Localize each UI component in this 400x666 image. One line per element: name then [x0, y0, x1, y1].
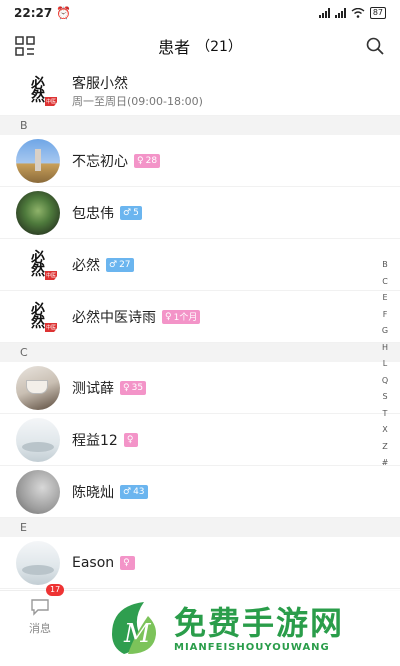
avatar — [16, 417, 60, 462]
grid-menu-icon[interactable] — [14, 35, 36, 57]
index-letter[interactable]: # — [382, 455, 389, 472]
tab-messages[interactable]: 消息 17 — [0, 584, 80, 636]
patient-count: （21） — [196, 39, 242, 55]
watermark-overlay: M 免费手游网 MIANFEISHOUYOUWANG — [100, 590, 400, 666]
patient-row[interactable]: 测试薛 ♀ 35 — [0, 362, 400, 414]
battery-indicator: 87 — [369, 7, 386, 19]
alphabet-index[interactable]: B C E F G H L Q S T X Z # — [378, 257, 392, 472]
avatar — [16, 469, 60, 514]
index-letter[interactable]: G — [382, 323, 388, 340]
section-header-e: E — [0, 518, 400, 537]
male-icon: ♂ — [123, 486, 132, 497]
patient-name: 包忠伟 — [72, 205, 114, 222]
index-letter[interactable]: B — [382, 257, 388, 274]
index-letter[interactable]: T — [383, 406, 388, 423]
gender-age-badge: ♀ — [123, 432, 139, 447]
female-icon: ♀ — [123, 382, 130, 393]
patient-name: 测试薛 — [72, 380, 114, 397]
watermark-title: 免费手游网 — [174, 603, 345, 642]
gender-age-badge: ♂ 43 — [120, 484, 148, 499]
wifi-icon — [351, 8, 365, 18]
index-letter[interactable]: L — [383, 356, 387, 373]
alarm-icon: ⏰ — [56, 6, 72, 20]
patient-row[interactable]: Eason ♀ — [0, 537, 400, 589]
male-icon: ♂ — [109, 259, 118, 270]
female-icon: ♀ — [126, 434, 134, 445]
index-letter[interactable]: E — [382, 290, 387, 307]
patient-name: 必然 — [72, 257, 100, 274]
patient-list[interactable]: 必然 中医 客服小然 周一至周日(09:00-18:00) B 不忘初心 ♀ 28… — [0, 66, 400, 589]
tab-messages-label: 消息 — [29, 622, 51, 635]
avatar — [16, 365, 60, 410]
patient-row[interactable]: 必然 中医 必然中医诗雨 ♀ 1个月 — [0, 291, 400, 343]
female-icon: ♀ — [137, 155, 144, 166]
page-title: 患者 — [158, 38, 191, 57]
patient-row[interactable]: 包忠伟 ♂ 5 — [0, 187, 400, 239]
index-letter[interactable]: X — [382, 422, 387, 439]
gender-age-badge: ♂ 27 — [106, 257, 134, 272]
patient-name: Eason — [72, 554, 115, 571]
patient-name: 不忘初心 — [72, 153, 128, 170]
patient-row[interactable]: 程益12 ♀ — [0, 414, 400, 466]
brand-avatar: 必然 中医 — [16, 242, 60, 287]
index-letter[interactable]: F — [383, 307, 388, 324]
brand-seal: 中医 — [45, 270, 57, 280]
pinned-service-row[interactable]: 必然 中医 客服小然 周一至周日(09:00-18:00) — [0, 66, 400, 116]
brand-avatar: 必然 中医 — [16, 68, 60, 113]
section-header-b: B — [0, 116, 400, 135]
patient-row[interactable]: 陈晓灿 ♂ 43 — [0, 466, 400, 518]
patient-row[interactable]: 不忘初心 ♀ 28 — [0, 135, 400, 187]
watermark-subtitle: MIANFEISHOUYOUWANG — [174, 641, 330, 653]
index-letter[interactable]: H — [382, 340, 388, 357]
gender-age-badge: ♀ — [120, 555, 135, 570]
avatar — [16, 190, 60, 235]
page-header: 患者 （21） — [0, 26, 400, 66]
index-letter[interactable]: Q — [382, 373, 388, 390]
gender-age-badge: ♀ 35 — [120, 380, 147, 395]
signal-icon — [318, 8, 330, 18]
avatar — [16, 138, 60, 183]
signal-icon-2 — [334, 8, 346, 18]
male-icon: ♂ — [123, 207, 132, 218]
svg-text:M: M — [123, 619, 152, 649]
female-icon: ♀ — [165, 311, 172, 322]
status-icons: 87 — [318, 7, 386, 19]
index-letter[interactable]: C — [382, 274, 388, 291]
message-icon — [31, 599, 49, 616]
gender-age-badge: ♀ 28 — [134, 153, 161, 168]
index-letter[interactable]: Z — [382, 439, 387, 456]
pinned-hours: 周一至周日(09:00-18:00) — [72, 94, 203, 108]
gender-age-badge: ♀ 1个月 — [162, 309, 201, 324]
brand-seal: 中医 — [45, 322, 57, 332]
gender-age-badge: ♂ 5 — [120, 205, 142, 220]
patient-name: 陈晓灿 — [72, 484, 114, 501]
status-bar: 22:27 ⏰ 87 — [0, 0, 400, 26]
avatar — [16, 540, 60, 585]
index-letter[interactable]: S — [382, 389, 387, 406]
patient-name: 必然中医诗雨 — [72, 309, 156, 326]
patient-row[interactable]: 必然 中医 必然 ♂ 27 — [0, 239, 400, 291]
female-icon: ♀ — [123, 557, 130, 568]
search-icon[interactable] — [364, 35, 386, 57]
section-header-c: C — [0, 343, 400, 362]
brand-seal: 中医 — [45, 96, 57, 106]
brand-avatar: 必然 中医 — [16, 294, 60, 339]
patient-name: 程益12 — [72, 432, 118, 449]
watermark-logo-icon: M — [112, 602, 156, 654]
unread-badge: 17 — [46, 584, 65, 596]
status-time: 22:27 — [14, 6, 53, 20]
pinned-name: 客服小然 — [72, 75, 128, 92]
